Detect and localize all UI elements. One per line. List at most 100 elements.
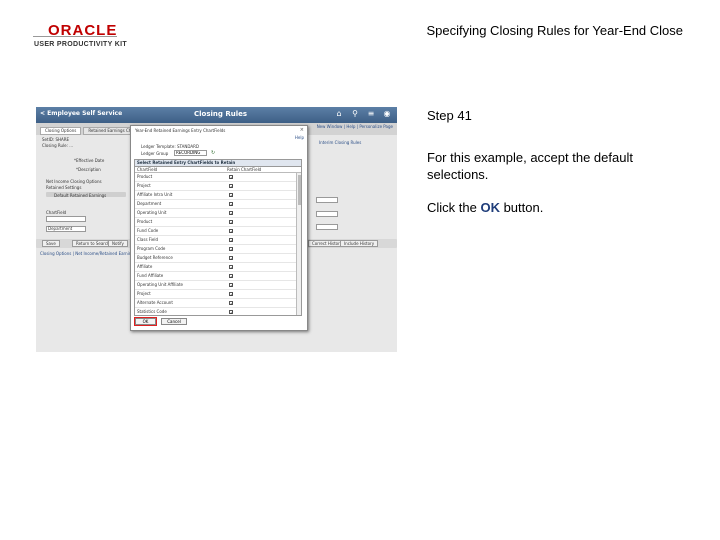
retain-cell: ✓ (227, 200, 297, 208)
interim-closing-link[interactable]: Interim Closing Rules (319, 140, 361, 145)
retain-cell: ✓ (227, 236, 297, 244)
retain-checkbox[interactable]: ✓ (229, 247, 233, 252)
instruction-text: For this example, accept the default sel… (427, 150, 633, 182)
retain-cell: ✓ (227, 281, 297, 289)
retain-checkbox[interactable]: ✓ (229, 220, 233, 225)
chartfields-grid: Select Retained Entry ChartFields to Ret… (134, 159, 302, 316)
chartfield-name: Fund Affiliate (137, 273, 164, 278)
retain-checkbox[interactable]: ✓ (229, 283, 233, 288)
retain-checkbox[interactable]: ✓ (229, 256, 233, 261)
step-number: Step 41 (427, 108, 472, 123)
chartfield-name: Fund Code (137, 228, 159, 233)
ledger-template: Ledger Template: STANDARD (141, 144, 199, 149)
retained-settings-label: Retained Settings (46, 185, 82, 190)
department-value: Department (48, 226, 73, 231)
table-row: Product ✓ (135, 173, 301, 182)
home-icon[interactable]: ⌂ (335, 110, 343, 118)
ledger-group-field[interactable]: RECORDING (174, 150, 207, 156)
retain-cell: ✓ (227, 290, 297, 298)
table-row: Product ✓ (135, 218, 301, 227)
back-link[interactable]: < Employee Self Service (40, 110, 122, 117)
retain-checkbox[interactable]: ✓ (229, 265, 233, 270)
chartfield-label: ChartField (46, 210, 67, 215)
retain-checkbox[interactable]: ✓ (229, 301, 233, 306)
description-label: *Description (76, 167, 101, 172)
retain-cell: ✓ (227, 308, 297, 315)
screenshot-panel: < Employee Self Service Closing Rules ⌂ … (36, 107, 397, 352)
retain-checkbox[interactable]: ✓ (229, 175, 233, 180)
default-chartfields-label: Default Retained Earnings (54, 193, 107, 198)
chartfield-name: Product (137, 174, 153, 179)
include-history-button[interactable]: Include History (340, 240, 379, 247)
chartfield-name: Alternate Account (137, 300, 173, 305)
chartfield-name: Project (137, 183, 151, 188)
grid-scrollbar[interactable] (296, 173, 301, 315)
table-row: Alternate Account ✓ (135, 299, 301, 308)
retain-checkbox[interactable]: ✓ (229, 184, 233, 189)
table-row: Statistics Code ✓ (135, 308, 301, 315)
retain-checkbox[interactable]: ✓ (229, 238, 233, 243)
chartfield-name: Operating Unit Affiliate (137, 282, 183, 287)
retain-cell: ✓ (227, 254, 297, 262)
right-field-1[interactable] (316, 197, 338, 203)
notify-button[interactable]: Notify (108, 240, 128, 247)
tab-closing-options[interactable]: Closing Options (40, 127, 82, 135)
chartfield-name: Operating Unit (137, 210, 167, 215)
right-field-2[interactable] (316, 211, 338, 217)
navbar-icon[interactable]: ◉ (383, 110, 391, 118)
table-row: Class Field ✓ (135, 236, 301, 245)
table-row: Fund Affiliate ✓ (135, 272, 301, 281)
retain-cell: ✓ (227, 173, 297, 181)
click-suffix: button. (499, 200, 544, 215)
table-row: Project ✓ (135, 290, 301, 299)
modal-title: Year-End Retained Earnings Entry ChartFi… (135, 128, 226, 133)
retain-cell: ✓ (227, 218, 297, 226)
setid-label: SetID: SHARE (42, 137, 70, 142)
retain-cell: ✓ (227, 263, 297, 271)
refresh-icon[interactable]: ↻ (211, 150, 215, 156)
right-field-3[interactable] (316, 224, 338, 230)
close-icon[interactable]: × (300, 127, 304, 133)
chartfield-name: Affiliate Intra Unit (137, 192, 173, 197)
retain-checkbox[interactable]: ✓ (229, 193, 233, 198)
chartfield-field[interactable] (46, 216, 86, 222)
table-row: Operating Unit ✓ (135, 209, 301, 218)
chartfield-name: Affiliate (137, 264, 153, 269)
slide-title: Specifying Closing Rules for Year-End Cl… (426, 23, 683, 38)
click-instruction: Click the OK button. (427, 200, 543, 215)
retain-cell: ✓ (227, 272, 297, 280)
chartfield-name: Product (137, 219, 153, 224)
chartfield-name: Budget Reference (137, 255, 173, 260)
ok-button[interactable]: OK (134, 317, 157, 326)
retain-checkbox[interactable]: ✓ (229, 211, 233, 216)
retain-cell: ✓ (227, 191, 297, 199)
retain-checkbox[interactable]: ✓ (229, 229, 233, 234)
col-chartfield: ChartField (137, 167, 158, 172)
chartfield-name: Project (137, 291, 151, 296)
logo-divider (33, 36, 117, 37)
retain-cell: ✓ (227, 245, 297, 253)
ledger-group-label: Ledger Group (141, 151, 169, 156)
retain-checkbox[interactable]: ✓ (229, 274, 233, 279)
retain-cell: ✓ (227, 209, 297, 217)
retain-checkbox[interactable]: ✓ (229, 310, 233, 315)
logo-subtitle: USER PRODUCTIVITY KIT (34, 41, 127, 48)
chartfield-name: Department (137, 201, 162, 206)
table-row: Affiliate ✓ (135, 263, 301, 272)
chartfield-name: Statistics Code (137, 309, 167, 314)
top-links[interactable]: New Window | Help | Personalize Page (317, 124, 393, 129)
retain-checkbox[interactable]: ✓ (229, 292, 233, 297)
retain-checkbox[interactable]: ✓ (229, 202, 233, 207)
cancel-button[interactable]: Cancel (161, 318, 187, 325)
table-row: Department ✓ (135, 200, 301, 209)
app-header: < Employee Self Service Closing Rules ⌂ … (36, 107, 397, 123)
chartfield-name: Program Code (137, 246, 166, 251)
actions-icon[interactable]: ≡ (367, 110, 375, 118)
search-icon[interactable]: ⚲ (351, 110, 359, 118)
scroll-thumb[interactable] (298, 175, 301, 205)
chartfields-modal: Year-End Retained Earnings Entry ChartFi… (130, 125, 308, 331)
help-link[interactable]: Help (295, 135, 304, 140)
table-row: Budget Reference ✓ (135, 254, 301, 263)
net-income-label: Net Income Closing Options (46, 179, 102, 184)
save-button[interactable]: Save (42, 240, 60, 247)
